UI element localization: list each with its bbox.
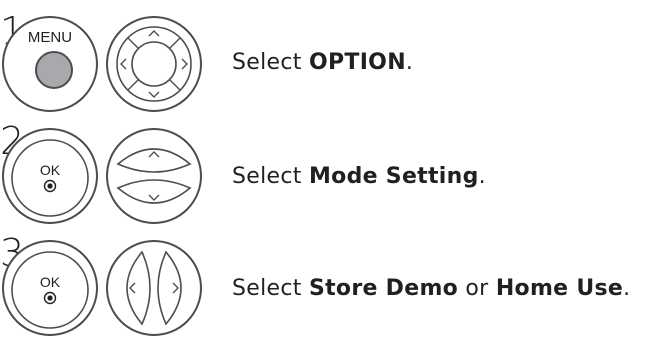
ok-button-icon: OK [0,238,100,338]
instruction-prefix: Select [232,50,309,75]
instruction-suffix: . [623,276,631,301]
instruction-target: Store Demo [308,276,459,301]
step-1-instruction: Select OPTION. [232,50,413,75]
up-down-navigation-icon [104,126,204,226]
step-3: 3 OK Select Store Demo or Home Use. [0,234,664,344]
instruction-prefix: Select [232,164,309,189]
instruction-suffix: . [478,164,486,189]
four-way-navigation-icon [104,14,204,114]
step-2-instruction: Select Mode Setting. [232,164,486,189]
instruction-connector: or [458,276,496,301]
instruction-suffix: . [405,50,414,75]
instruction-target: OPTION [308,50,406,75]
instruction-target-2: Home Use [495,276,624,301]
ok-button-label: OK [40,274,61,290]
menu-button-label: MENU [28,29,72,46]
step-1: 1 MENU Select OPTION. [0,10,664,120]
step-3-instruction: Select Store Demo or Home Use. [232,276,630,301]
ok-button-label: OK [40,162,61,178]
menu-button-icon: MENU [0,14,100,114]
left-right-navigation-icon [104,238,204,338]
instruction-prefix: Select [232,276,309,301]
ok-button-icon: OK [0,126,100,226]
instruction-target: Mode Setting [308,164,479,189]
step-2: 2 OK Select Mode Setting. [0,122,664,232]
